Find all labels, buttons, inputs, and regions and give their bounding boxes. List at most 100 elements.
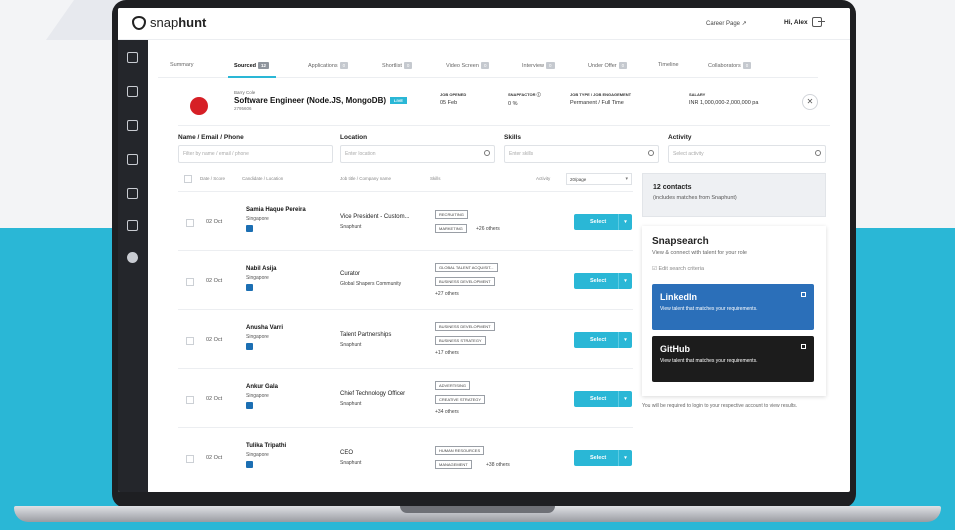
search-icon — [648, 150, 654, 156]
tab-summary[interactable]: Summary — [170, 62, 194, 68]
more-skills[interactable]: +27 others — [435, 291, 459, 297]
candidate-name[interactable]: Ankur Gala — [246, 384, 278, 390]
tag-icon[interactable] — [127, 220, 138, 231]
more-skills[interactable]: +17 others — [435, 350, 459, 356]
skills-filter-label: Skills — [504, 134, 521, 141]
close-job-button[interactable]: ✕ — [802, 94, 818, 110]
external-link-icon — [801, 292, 806, 297]
chevron-down-icon[interactable]: ▾ — [618, 391, 632, 407]
job-id: 2795606 — [234, 106, 252, 111]
skill-tag: HUMAN RESOURCES — [435, 446, 485, 455]
dashboard-icon[interactable] — [127, 52, 138, 63]
tab-video-screen[interactable]: Video Screen 0 — [446, 62, 490, 69]
select-button[interactable]: Select ▾ — [574, 332, 632, 348]
logo[interactable]: snaphunt — [132, 15, 206, 30]
candidate-company: Global Shapers Community — [340, 281, 402, 287]
linkedin-icon[interactable] — [246, 402, 253, 409]
location-filter-label: Location — [340, 134, 368, 141]
skill-tag: BUSINESS STRATEGY — [435, 336, 486, 345]
tab-under-offer[interactable]: Under Offer 0 — [588, 62, 628, 69]
candidate-location: Singapore — [246, 216, 269, 222]
job-summary-card: Barry Cole Software Engineer (Node.JS, M… — [178, 86, 830, 126]
row-checkbox[interactable] — [186, 396, 194, 404]
col-skills: Skills — [430, 176, 441, 181]
row-checkbox[interactable] — [186, 219, 194, 227]
candidate-name[interactable]: Nabil Asija — [246, 266, 276, 272]
table-row[interactable]: 02 Oct Nabil Asija Singapore Curator Glo… — [178, 250, 633, 309]
table-row[interactable]: 02 Oct Anusha Varri Singapore Talent Par… — [178, 309, 633, 368]
chevron-down-icon[interactable]: ▾ — [618, 332, 632, 348]
candidate-location: Singapore — [246, 393, 269, 399]
more-skills[interactable]: +26 others — [476, 226, 500, 232]
more-skills[interactable]: +38 others — [486, 462, 510, 468]
select-button[interactable]: Select ▾ — [574, 273, 632, 289]
logo-icon — [132, 15, 146, 30]
candidate-job-title: Curator — [340, 271, 361, 277]
linkedin-icon[interactable] — [246, 343, 253, 350]
jobs-icon[interactable] — [127, 120, 138, 131]
job-type: JOB TYPE / JOB ENGAGEMENT Permanent / Fu… — [570, 92, 632, 106]
sidebar — [118, 40, 148, 492]
candidate-company: Snaphunt — [340, 401, 362, 407]
candidate-name[interactable]: Samia Haque Pereira — [246, 207, 306, 213]
table-row[interactable]: 02 Oct Ankur Gala Singapore Chief Techno… — [178, 368, 633, 427]
tab-interview[interactable]: Interview 0 — [522, 62, 555, 69]
chevron-down-icon[interactable]: ▾ — [618, 450, 632, 466]
analytics-icon[interactable] — [127, 86, 138, 97]
row-checkbox[interactable] — [186, 337, 194, 345]
per-page-select[interactable]: 20/page — [566, 173, 632, 185]
row-checkbox[interactable] — [186, 455, 194, 463]
linkedin-icon[interactable] — [246, 461, 253, 468]
skills-filter-input[interactable]: Enter skills — [504, 145, 659, 163]
skill-tag: BUSINESS DEVELOPMENT — [435, 322, 495, 331]
col-date-score[interactable]: Date / Score — [200, 176, 225, 181]
search-icon — [815, 150, 821, 156]
select-button[interactable]: Select ▾ — [574, 214, 632, 230]
user-greeting[interactable]: Hi, Alex — [784, 19, 808, 26]
row-checkbox[interactable] — [186, 278, 194, 286]
activity-filter-input[interactable]: Select activity — [668, 145, 826, 163]
select-all-checkbox[interactable] — [184, 175, 192, 183]
snapsearch-title: Snapsearch — [652, 236, 709, 247]
contacts-summary: 12 contacts (includes matches from Snaph… — [642, 173, 826, 217]
select-button[interactable]: Select ▾ — [574, 391, 632, 407]
col-job[interactable]: Job title / Company name — [340, 176, 391, 181]
table-row[interactable]: 02 Oct Samia Haque Pereira Singapore Vic… — [178, 191, 633, 250]
chevron-down-icon[interactable]: ▾ — [618, 214, 632, 230]
external-link-icon — [801, 344, 806, 349]
linkedin-label: LinkedIn — [660, 292, 698, 302]
people-icon[interactable] — [127, 154, 138, 165]
logout-icon[interactable] — [812, 17, 825, 27]
table-row[interactable]: 02 Oct Tulika Tripathi Singapore CEO Sna… — [178, 427, 633, 486]
linkedin-icon[interactable] — [246, 284, 253, 291]
skill-tag: MANAGEMENT — [435, 460, 472, 469]
app-header: snaphunt Career Page ↗ Hi, Alex — [118, 8, 850, 40]
tab-collaborators[interactable]: Collaborators 0 — [708, 62, 752, 69]
candidate-job-title: Chief Technology Officer — [340, 391, 406, 397]
location-filter-input[interactable]: Enter location — [340, 145, 495, 163]
chevron-down-icon[interactable]: ▾ — [618, 273, 632, 289]
candidate-name[interactable]: Anusha Varri — [246, 325, 283, 331]
select-button[interactable]: Select ▾ — [574, 450, 632, 466]
more-skills[interactable]: +34 others — [435, 409, 459, 415]
career-page-link[interactable]: Career Page ↗ — [706, 20, 747, 27]
row-date: 02 Oct — [206, 278, 223, 284]
candidate-name[interactable]: Tulika Tripathi — [246, 443, 286, 449]
candidate-location: Singapore — [246, 452, 269, 458]
job-opened: JOB OPENED 05 Feb — [440, 92, 467, 106]
linkedin-search-card[interactable]: LinkedIn View talent that matches your r… — [652, 284, 814, 330]
tab-sourced[interactable]: Sourced 12 — [234, 62, 270, 69]
name-filter-input[interactable]: Filter by name / email / phone — [178, 145, 333, 163]
col-candidate[interactable]: Candidate / Location — [242, 176, 283, 181]
tab-shortlist[interactable]: Shortlist 0 — [382, 62, 413, 69]
edit-search-criteria-link[interactable]: ☑ Edit search criteria — [652, 266, 704, 272]
row-date: 02 Oct — [206, 396, 223, 402]
linkedin-icon[interactable] — [246, 225, 253, 232]
tab-applications[interactable]: Applications 0 — [308, 62, 349, 69]
help-icon[interactable] — [127, 252, 138, 263]
job-title[interactable]: Software Engineer (Node.JS, MongoDB) LIVE — [234, 96, 407, 105]
tab-timeline[interactable]: Timeline — [658, 62, 679, 68]
github-search-card[interactable]: GitHub View talent that matches your req… — [652, 336, 814, 382]
documents-icon[interactable] — [127, 188, 138, 199]
candidate-job-title: Talent Partnerships — [340, 332, 392, 338]
